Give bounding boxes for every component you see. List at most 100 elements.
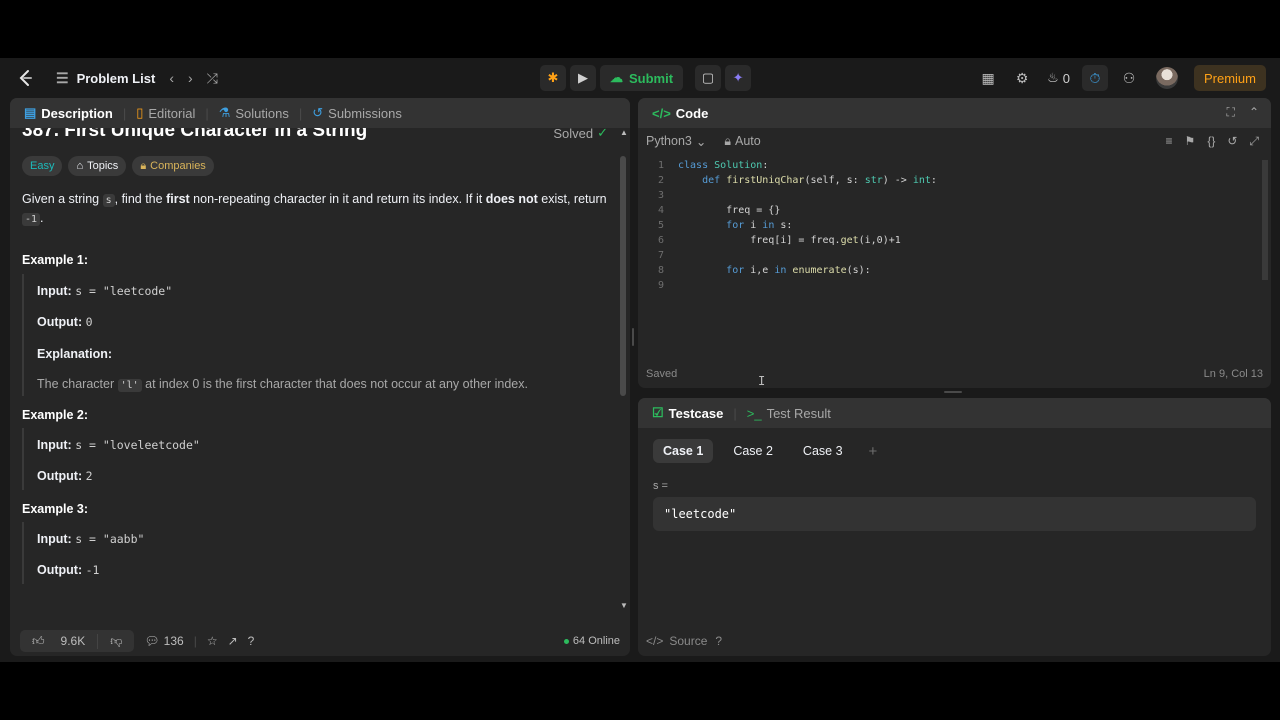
like-button[interactable]: 👍︎ 9.6K: [20, 634, 97, 649]
code-line: for i in s:: [726, 220, 793, 231]
description-scrollbar[interactable]: ▲ ▼: [620, 128, 628, 610]
save-status: Saved: [646, 368, 678, 380]
format-icon[interactable]: ≡: [1166, 134, 1173, 149]
tab-separator: |: [733, 405, 737, 421]
braces-icon[interactable]: {}: [1207, 134, 1215, 149]
tab-solutions[interactable]: ⚗ Solutions: [215, 105, 293, 121]
input-label: Input:: [37, 532, 72, 546]
cursor-position: Ln 9, Col 13: [1203, 368, 1263, 380]
inline-code: s: [102, 194, 115, 207]
case-3-tab[interactable]: Case 3: [793, 439, 853, 463]
editor-tools: ≡ ⚑ {} ↺ ⤢: [1166, 134, 1259, 149]
chevron-down-icon: ⌄: [695, 134, 707, 149]
tab-testcase[interactable]: ☑ Testcase: [648, 405, 727, 421]
line-number: 8: [657, 265, 664, 276]
input-label: Input:: [37, 284, 72, 298]
example-2-input: Input: s = "loveleetcode": [37, 438, 200, 452]
bookmark-icon[interactable]: ⚑: [1185, 134, 1196, 149]
flame-icon: ♨: [1047, 70, 1059, 85]
solved-label: Solved: [553, 128, 594, 141]
thumbs-up-icon: 👍︎: [32, 633, 45, 648]
premium-button[interactable]: Premium: [1193, 65, 1266, 91]
example-1-block: Input: s = "leetcode" Output: 0 Explanat…: [22, 274, 582, 396]
code-line: freq[i] = freq.get(i,0)+1: [678, 235, 901, 246]
scroll-down-icon[interactable]: ▼: [620, 601, 628, 610]
tab-test-result[interactable]: >_ Test Result: [743, 406, 835, 421]
debug-button[interactable]: ✱: [540, 65, 566, 91]
comments-button[interactable]: 💬︎ 136: [144, 634, 183, 648]
streak-counter[interactable]: ♨ 0: [1043, 70, 1074, 86]
help-icon[interactable]: ?: [248, 634, 255, 648]
explanation-label: Explanation:: [37, 347, 113, 361]
add-friend-icon[interactable]: ⚇: [1116, 65, 1142, 91]
dislike-button[interactable]: 👎︎: [97, 633, 134, 649]
editor-scrollbar-thumb[interactable]: [1262, 160, 1268, 280]
tab-description[interactable]: ▤ Description: [20, 105, 117, 121]
line-number: 3: [657, 190, 664, 201]
maximize-icon[interactable]: ⛶: [1227, 105, 1235, 120]
shuffle-icon[interactable]: ⤮: [207, 70, 218, 87]
tab-separator: |: [205, 105, 209, 121]
fullscreen-icon[interactable]: ⤢: [1249, 134, 1259, 149]
variable-input[interactable]: "leetcode": [653, 497, 1256, 531]
variable-label: s =: [653, 480, 668, 492]
submit-button[interactable]: ☁ Submit: [600, 65, 684, 91]
code-editor[interactable]: 1 2 3 4 5 6 7 8 9 class Solution: def fi…: [638, 160, 1258, 388]
gear-icon[interactable]: ⚙: [1009, 65, 1035, 91]
auto-mode[interactable]: 🔒︎ Auto: [724, 134, 760, 149]
tab-editorial[interactable]: ▯ Editorial: [132, 105, 199, 121]
lock-icon: 🔒︎: [140, 159, 147, 172]
tab-code[interactable]: </> Code: [648, 106, 712, 121]
add-case-icon[interactable]: +: [863, 443, 884, 460]
ai-button[interactable]: ✦: [725, 65, 752, 91]
like-count: 9.6K: [60, 634, 86, 648]
scrollbar-thumb[interactable]: [620, 156, 626, 396]
star-icon[interactable]: ☆: [207, 634, 218, 648]
collapse-icon[interactable]: ⌃: [1249, 105, 1259, 120]
notes-button[interactable]: ▢: [695, 65, 722, 91]
stmt-text: Given a string: [22, 192, 103, 206]
problem-list-button[interactable]: ☰ Problem List: [56, 70, 155, 87]
leetcode-logo-icon[interactable]: [16, 68, 36, 88]
share-icon[interactable]: ↗: [228, 634, 238, 648]
output-value: 0: [85, 315, 93, 329]
case-2-tab[interactable]: Case 2: [723, 439, 783, 463]
topics-tag[interactable]: ⌂ Topics: [68, 156, 127, 176]
companies-tag[interactable]: 🔒︎ Companies: [132, 156, 214, 176]
help-icon[interactable]: ?: [715, 634, 722, 648]
output-value: 2: [85, 469, 93, 483]
left-tabbar: ▤ Description | ▯ Editorial | ⚗ Solution…: [10, 98, 630, 128]
example-1-input: Input: s = "leetcode": [37, 284, 172, 298]
next-problem-icon[interactable]: ›: [188, 70, 193, 86]
language-select[interactable]: Python3 ⌄: [646, 134, 706, 149]
terminal-icon: >_: [746, 405, 762, 421]
example-2-block: Input: s = "loveleetcode" Output: 2: [22, 428, 582, 490]
line-number: 2: [657, 175, 664, 186]
comment-count: 136: [163, 634, 184, 648]
editor-scrollbar[interactable]: [1262, 160, 1268, 320]
line-number: 1: [657, 160, 664, 171]
source-button[interactable]: </> Source: [646, 634, 707, 648]
note-icon: ▢: [701, 70, 715, 85]
run-button[interactable]: ▶: [570, 65, 596, 91]
lock-icon: 🔒︎: [724, 133, 732, 148]
timer-icon[interactable]: ⏱: [1081, 65, 1108, 91]
problem-title[interactable]: 387. First Unique Character in a String: [22, 128, 367, 142]
explanation-text: The character: [37, 377, 118, 391]
tab-submissions[interactable]: ↺ Submissions: [308, 105, 406, 121]
layout-icon[interactable]: ▦: [975, 65, 1001, 91]
streak-count: 0: [1062, 70, 1070, 86]
reset-icon[interactable]: ↺: [1227, 134, 1237, 149]
code-panel: </> Code ⛶ ⌃ Python3 ⌄ 🔒︎ Auto ≡ ⚑ {} ↺ ⤢ …: [638, 98, 1271, 388]
line-number: 9: [657, 280, 664, 291]
scroll-up-icon[interactable]: ▲: [620, 128, 628, 137]
case-1-tab[interactable]: Case 1: [653, 439, 714, 463]
description-content: 387. First Unique Character in a String …: [22, 128, 618, 626]
online-dot-icon: [563, 638, 569, 644]
prev-problem-icon[interactable]: ‹: [169, 70, 174, 86]
tag-icon: ⌂: [76, 160, 84, 172]
stmt-text: .: [40, 210, 44, 225]
horizontal-resize-handle[interactable]: [944, 391, 962, 393]
avatar[interactable]: [1155, 67, 1178, 89]
vertical-resize-handle[interactable]: [632, 328, 634, 346]
